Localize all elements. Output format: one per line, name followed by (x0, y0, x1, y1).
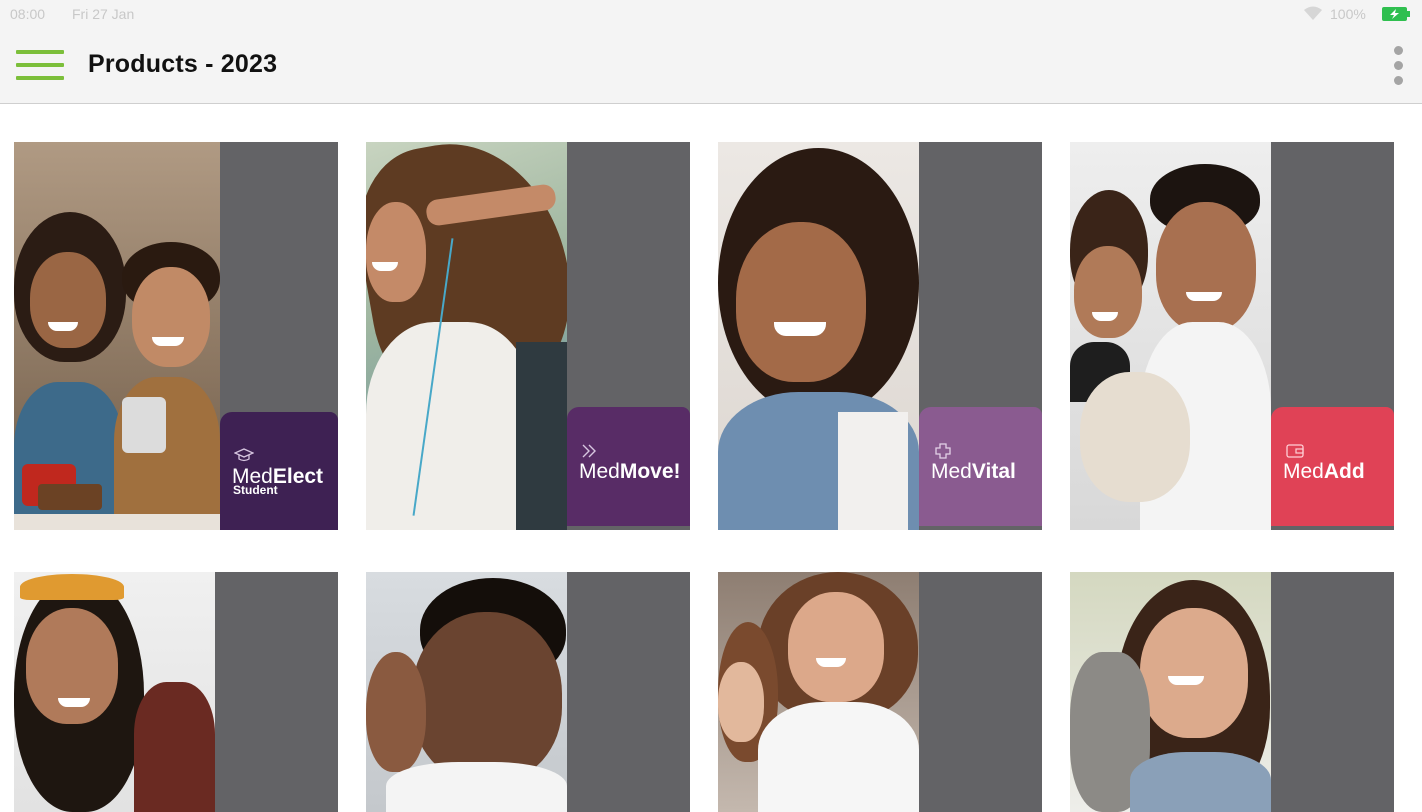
battery-percent: 100% (1330, 6, 1366, 22)
product-photo (366, 572, 567, 812)
page-title: Products - 2023 (88, 50, 278, 78)
product-name: MedVital (931, 460, 1016, 483)
overflow-menu-icon[interactable] (1386, 44, 1410, 88)
product-card-medelect[interactable]: MedElect Student (14, 142, 338, 530)
graduation-cap-icon (234, 448, 254, 462)
product-card-medadd[interactable]: MedAdd (1070, 142, 1394, 530)
product-photo (1070, 572, 1271, 812)
hamburger-menu-icon[interactable] (16, 49, 64, 83)
product-label-medelect: MedElect Student (220, 412, 338, 530)
status-bar: 08:00 Fri 27 Jan 100% (0, 0, 1422, 28)
product-card-8[interactable] (1070, 572, 1394, 812)
battery-charging-icon (1382, 7, 1410, 21)
product-label-medvital: MedVital (919, 407, 1042, 526)
product-card-medvital[interactable]: MedVital (718, 142, 1042, 530)
product-card-medmove[interactable]: MedMove! (366, 142, 690, 530)
product-photo (1070, 142, 1271, 530)
product-card-6[interactable] (366, 572, 690, 812)
product-label-medmove: MedMove! (567, 407, 690, 526)
wifi-icon (1304, 6, 1322, 20)
status-date: Fri 27 Jan (72, 6, 135, 22)
wallet-icon (1286, 444, 1304, 458)
product-photo (366, 142, 567, 530)
product-card-5[interactable] (14, 572, 338, 812)
product-card-7[interactable] (718, 572, 1042, 812)
chevrons-right-icon (582, 444, 596, 458)
product-photo (718, 142, 919, 530)
status-time: 08:00 (10, 6, 46, 22)
app-bar: Products - 2023 (0, 28, 1422, 104)
product-name: MedAdd (1283, 460, 1365, 483)
product-label-medadd: MedAdd (1271, 407, 1394, 526)
product-name: MedMove! (579, 460, 681, 483)
plus-cross-icon (935, 443, 951, 459)
product-photo (14, 572, 215, 812)
product-photo (718, 572, 919, 812)
product-subtitle: Student (233, 483, 278, 497)
product-photo (14, 142, 220, 530)
